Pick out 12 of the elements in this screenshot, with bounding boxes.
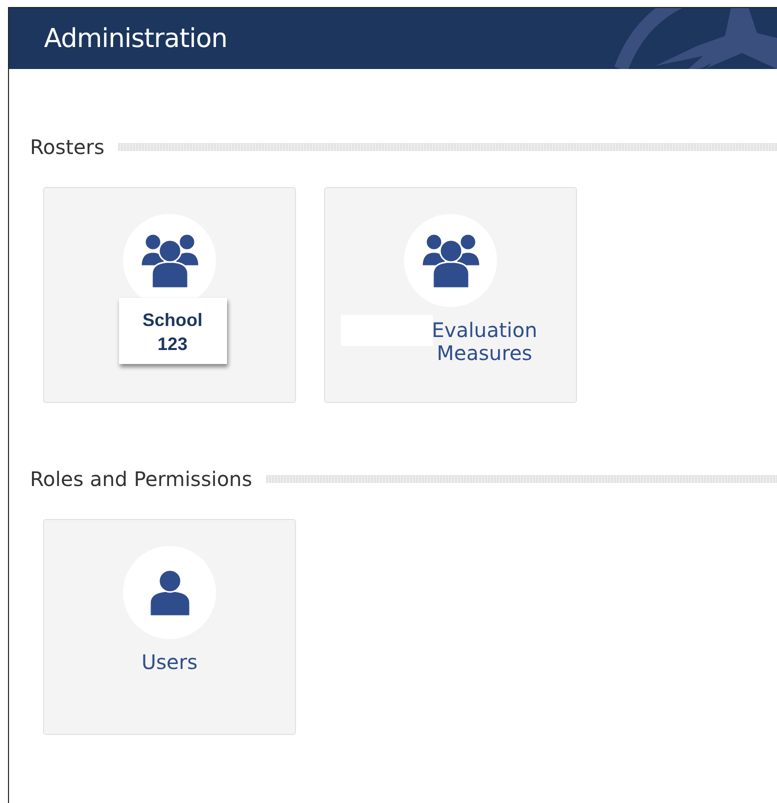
group-icon [140,232,200,288]
tile-label: Users [141,651,198,674]
section-heading: Roles and Permissions [30,467,252,491]
roster-tile[interactable]: School 123 [43,187,296,403]
user-icon [148,568,192,616]
group-icon [420,232,480,288]
tile-label: Evaluation Measures [432,319,538,365]
tile-label-callout: School 123 [118,298,226,364]
roster-tile[interactable]: Evaluation Measures [324,187,577,403]
section-heading: Rosters [30,135,104,159]
roster-tile[interactable]: Users [43,519,296,735]
page-title: Administration [44,24,228,54]
